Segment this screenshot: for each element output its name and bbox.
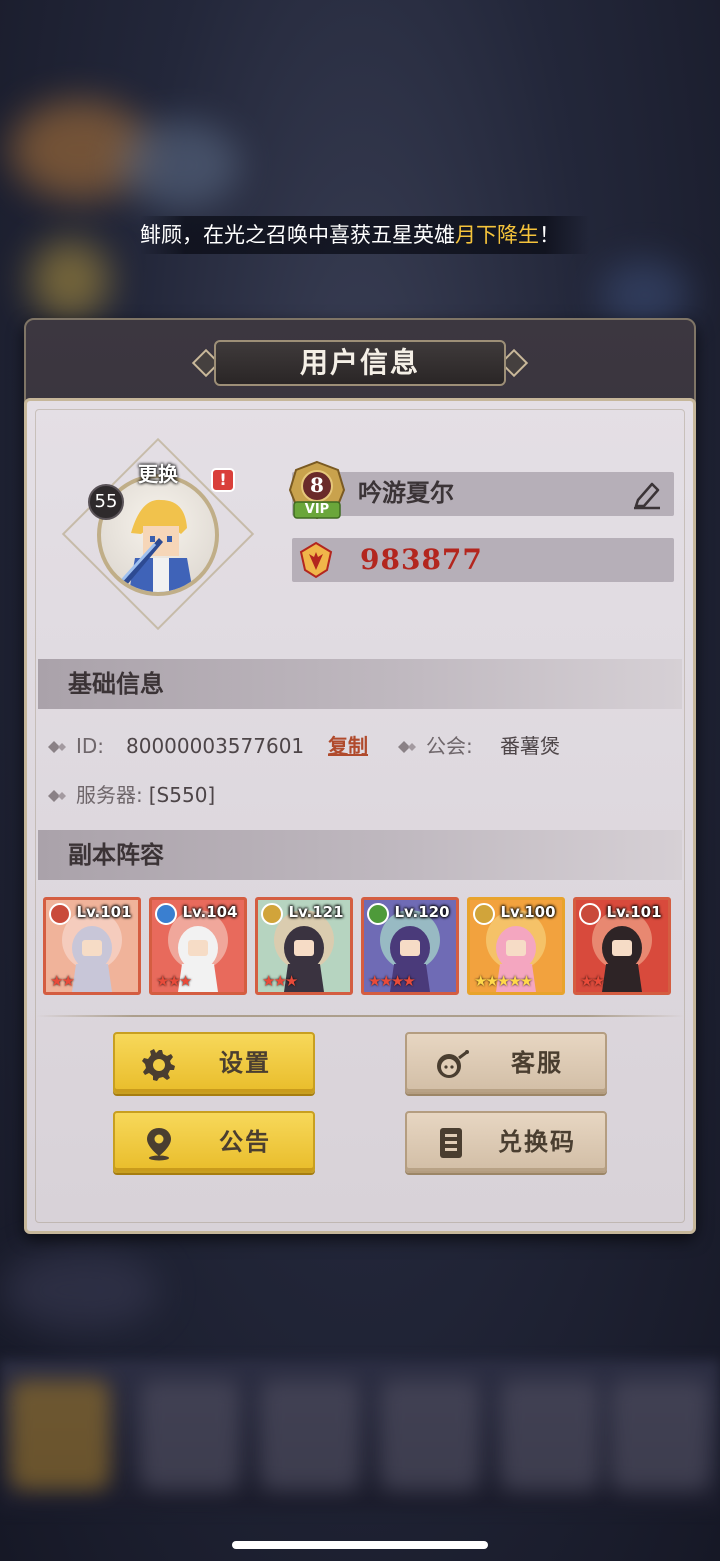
notice-button[interactable]: 公告 xyxy=(113,1111,315,1173)
combat-power-icon xyxy=(299,541,333,579)
hero-level: Lv.101 xyxy=(606,903,662,921)
hero-stars: ★★ xyxy=(580,972,605,990)
hero-card[interactable]: Lv.121 ★★★ xyxy=(255,897,353,995)
edit-name-icon[interactable] xyxy=(630,478,664,510)
server-row: 服务器: [S550] xyxy=(48,780,215,810)
hero-level: Lv.120 xyxy=(394,903,450,921)
hero-level: Lv.121 xyxy=(288,903,344,921)
diamond-bullet-icon xyxy=(48,790,66,802)
announcement-marquee: 鲱顾，在光之召唤中喜获五星英雄月下降生！ xyxy=(140,216,590,254)
background-slot xyxy=(140,1380,240,1490)
alert-badge: ! xyxy=(211,468,235,492)
background-slot xyxy=(380,1380,480,1490)
hero-card[interactable]: Lv.104 ★★★ xyxy=(149,897,247,995)
redeem-code-button[interactable]: 兑换码 xyxy=(405,1111,607,1173)
hero-stars: ★★★ xyxy=(262,972,298,990)
background-slot xyxy=(610,1380,710,1490)
guild-value: 番薯煲 xyxy=(500,734,560,758)
server-value: [S550] xyxy=(148,783,216,807)
guild-row: 公会: xyxy=(398,731,473,761)
diamond-bullet-icon xyxy=(398,741,416,753)
hero-card[interactable]: Lv.101 ★★ xyxy=(43,897,141,995)
background-blob xyxy=(0,1250,160,1330)
document-icon xyxy=(440,1128,462,1158)
id-label: ID: xyxy=(76,734,105,758)
hero-stars: ★★ xyxy=(50,972,75,990)
lineup-header: 副本阵容 xyxy=(38,830,682,880)
headset-icon xyxy=(437,1050,469,1078)
hero-card[interactable]: Lv.120 ★★★★ xyxy=(361,897,459,995)
background-blob xyxy=(120,120,240,210)
notice-label: 公告 xyxy=(219,1128,271,1156)
power-bar xyxy=(292,538,674,582)
guild-label: 公会: xyxy=(426,734,473,758)
vip-label: VIP xyxy=(304,502,330,517)
change-avatar-label[interactable]: 更换 xyxy=(128,458,188,487)
settings-button[interactable]: 设置 xyxy=(113,1032,315,1094)
hero-stars: ★★★★ xyxy=(368,972,416,990)
hero-card[interactable]: Lv.101 ★★ xyxy=(573,897,671,995)
background-blob xyxy=(30,240,110,320)
hero-stars: ★★★ xyxy=(156,972,192,990)
basic-info-header: 基础信息 xyxy=(38,659,682,709)
hero-stars: ★★★★★ xyxy=(474,972,533,990)
player-id-row: ID: xyxy=(48,731,104,761)
background-slot xyxy=(500,1380,600,1490)
hero-level: Lv.104 xyxy=(182,903,238,921)
diamond-bullet-icon xyxy=(48,741,66,753)
player-name-bar xyxy=(292,472,674,516)
support-label: 客服 xyxy=(511,1049,563,1077)
location-pin-icon xyxy=(147,1128,171,1161)
hero-card[interactable]: Lv.100 ★★★★★ xyxy=(467,897,565,995)
copy-id-button[interactable]: 复制 xyxy=(328,731,368,761)
background-slot xyxy=(10,1380,110,1490)
support-button[interactable]: 客服 xyxy=(405,1032,607,1094)
player-id-value: 80000003577601 xyxy=(126,734,305,758)
marquee-highlight: 月下降生 xyxy=(455,223,539,247)
background-slot xyxy=(260,1380,360,1490)
vip-badge[interactable]: 8 VIP xyxy=(286,460,348,524)
gear-icon xyxy=(142,1049,175,1081)
player-level-badge: 55 xyxy=(88,484,124,520)
marquee-text: 鲱顾，在光之召唤中喜获五星英雄 xyxy=(140,223,455,247)
player-name: 吟游夏尔 xyxy=(358,479,454,507)
server-label: 服务器: xyxy=(76,783,143,807)
home-indicator[interactable] xyxy=(232,1541,488,1549)
redeem-code-label: 兑换码 xyxy=(498,1128,576,1156)
combat-power-value: 983877 xyxy=(360,543,483,576)
settings-label: 设置 xyxy=(219,1049,271,1077)
vip-level: 8 xyxy=(310,473,324,497)
marquee-end: ！ xyxy=(539,223,560,247)
panel-title: 用户信息 xyxy=(214,340,506,386)
hero-level: Lv.101 xyxy=(76,903,132,921)
divider xyxy=(36,1015,684,1017)
hero-level: Lv.100 xyxy=(500,903,556,921)
